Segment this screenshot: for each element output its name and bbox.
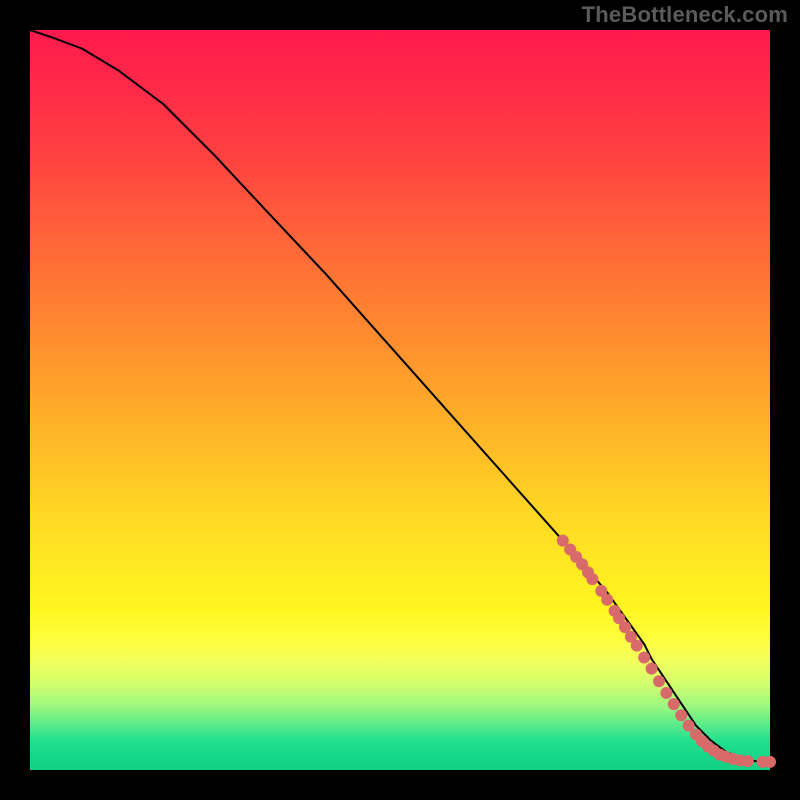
curve-marker xyxy=(638,652,650,664)
curve-markers xyxy=(557,535,776,768)
curve-marker xyxy=(586,573,598,585)
curve-marker xyxy=(764,756,776,768)
chart-overlay xyxy=(30,30,770,770)
curve-marker xyxy=(675,709,687,721)
curve-marker xyxy=(601,594,613,606)
chart-frame: TheBottleneck.com xyxy=(0,0,800,800)
curve-marker xyxy=(653,675,665,687)
curve-marker xyxy=(631,640,643,652)
curve-marker xyxy=(660,687,672,699)
plot-area xyxy=(30,30,770,770)
curve-marker xyxy=(646,663,658,675)
curve-line xyxy=(30,30,770,762)
curve-marker xyxy=(668,698,680,710)
attribution-label: TheBottleneck.com xyxy=(582,2,788,28)
curve-marker xyxy=(742,755,754,767)
